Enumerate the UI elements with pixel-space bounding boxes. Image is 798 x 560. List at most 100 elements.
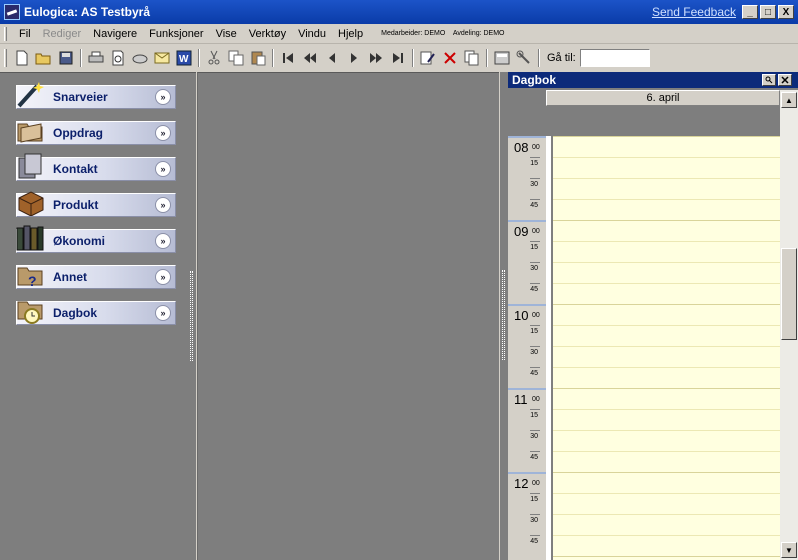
save-icon[interactable] [55, 47, 77, 69]
outlook-item-label: Annet [53, 270, 87, 284]
outlook-item-label: Kontakt [53, 162, 98, 176]
outlook-item-label: Økonomi [53, 234, 106, 248]
minute-label: 00 [532, 396, 540, 403]
toolbar-separator [80, 49, 82, 67]
toolbar-separator [486, 49, 488, 67]
dagbok-splitter[interactable] [499, 72, 508, 560]
outlook-splitter-handle[interactable] [190, 271, 193, 361]
vertical-scrollbar[interactable]: ▲ ▼ [780, 90, 798, 560]
slot-line [553, 451, 780, 452]
outlook-item-oppdrag[interactable]: Oppdrag » [16, 121, 176, 145]
calculator-icon[interactable] [491, 47, 513, 69]
slot-line [553, 409, 780, 410]
outlook-item-label: Oppdrag [53, 126, 103, 140]
copy-record-icon[interactable] [461, 47, 483, 69]
outlook-item-annet[interactable]: ? Annet » [16, 265, 176, 289]
chevron-down-icon[interactable]: » [155, 125, 171, 141]
outlook-item-produkt[interactable]: Produkt » [16, 191, 176, 217]
goto-input[interactable] [579, 49, 650, 67]
word-icon[interactable]: W [173, 47, 195, 69]
copy-icon[interactable] [225, 47, 247, 69]
outlook-item-snarveier[interactable]: Snarveier » [16, 82, 176, 109]
slot-line [553, 220, 780, 221]
last-record-icon[interactable] [387, 47, 409, 69]
chevron-down-icon[interactable]: » [155, 161, 171, 177]
slot-line [553, 283, 780, 284]
tools-icon[interactable] [513, 47, 535, 69]
quarter-label: 15 [530, 412, 538, 419]
cut-icon[interactable] [203, 47, 225, 69]
toolbar: W Gå til: [0, 45, 668, 71]
binders-icon [16, 225, 44, 251]
quarter-label: 30 [530, 517, 538, 524]
minute-label: 00 [532, 144, 540, 151]
department-label: Avdeling: DEMO [452, 30, 505, 37]
hour-block-12: 12 00 15 30 45 [508, 472, 546, 556]
title-bar: Eulogica: AS Testbyrå Send Feedback _ □ … [0, 0, 798, 24]
paste-icon[interactable] [247, 47, 269, 69]
menu-fil[interactable]: Fil [13, 28, 37, 40]
first-record-icon[interactable] [277, 47, 299, 69]
slot-line [553, 157, 780, 158]
quarter-label: 15 [530, 328, 538, 335]
chevron-down-icon[interactable]: » [155, 305, 171, 321]
send-feedback-link[interactable]: Send Feedback [652, 5, 736, 19]
next-record-icon[interactable] [343, 47, 365, 69]
employee-label: Medarbeider: DEMO [381, 30, 446, 37]
chevron-down-icon[interactable]: » [155, 89, 171, 105]
pin-icon[interactable] [762, 74, 776, 86]
fast-forward-icon[interactable] [365, 47, 387, 69]
menu-rediger[interactable]: Rediger [37, 28, 88, 40]
print-preview-icon[interactable] [107, 47, 129, 69]
appointment-slots[interactable] [553, 136, 780, 560]
rewind-icon[interactable] [299, 47, 321, 69]
svg-text:?: ? [28, 273, 37, 288]
all-day-area[interactable] [508, 106, 780, 136]
minimize-button[interactable]: _ [742, 5, 758, 19]
menu-hjelp[interactable]: Hjelp [332, 28, 369, 40]
outlook-item-label: Produkt [53, 198, 99, 212]
menu-grip [4, 26, 7, 41]
new-icon[interactable] [11, 47, 33, 69]
outlook-item-okonomi[interactable]: Økonomi » [16, 225, 176, 253]
menu-verktoy[interactable]: Verktøy [243, 28, 292, 40]
dagbok-header: Dagbok [508, 72, 798, 88]
chevron-down-icon[interactable]: » [155, 233, 171, 249]
dagbok-title: Dagbok [512, 73, 557, 87]
dagbok-splitter-handle[interactable] [502, 270, 505, 360]
slot-line [553, 430, 780, 431]
maximize-button[interactable]: □ [760, 5, 776, 19]
dagbok-panel: Dagbok 6. april 08 00 15 30 45 09 00 15 … [508, 72, 798, 560]
close-panel-icon[interactable] [778, 74, 792, 86]
outlook-item-kontakt[interactable]: Kontakt » [16, 153, 176, 181]
menu-navigere[interactable]: Navigere [87, 28, 143, 40]
hour-label: 12 [514, 476, 529, 491]
scroll-up-button[interactable]: ▲ [781, 92, 797, 108]
box-icon [18, 191, 44, 216]
outlook-item-label: Dagbok [53, 306, 98, 320]
selection-strip[interactable] [546, 136, 552, 560]
previous-record-icon[interactable] [321, 47, 343, 69]
close-button[interactable]: X [778, 5, 794, 19]
fax-icon[interactable] [129, 47, 151, 69]
edit-icon[interactable] [417, 47, 439, 69]
scroll-thumb[interactable] [781, 248, 797, 340]
chevron-down-icon[interactable]: » [155, 269, 171, 285]
slot-line [553, 346, 780, 347]
quarter-label: 45 [530, 538, 538, 545]
time-column: 08 00 15 30 45 09 00 15 30 45 10 00 15 3… [508, 136, 546, 560]
outlook-item-dagbok[interactable]: Dagbok » [16, 301, 176, 325]
quarter-label: 30 [530, 433, 538, 440]
delete-icon[interactable] [439, 47, 461, 69]
print-icon[interactable] [85, 47, 107, 69]
scroll-down-button[interactable]: ▼ [781, 542, 797, 558]
chevron-down-icon[interactable]: » [155, 197, 171, 213]
menu-vise[interactable]: Vise [210, 28, 243, 40]
open-icon[interactable] [33, 47, 55, 69]
menu-funksjoner[interactable]: Funksjoner [143, 28, 209, 40]
email-icon[interactable] [151, 47, 173, 69]
menu-vindu[interactable]: Vindu [292, 28, 332, 40]
date-column-header[interactable]: 6. april [546, 90, 780, 106]
clock-folder-icon [17, 301, 43, 324]
quarter-label: 15 [530, 244, 538, 251]
